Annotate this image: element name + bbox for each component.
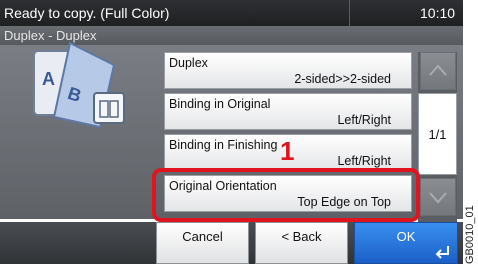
option-label: Binding in Finishing (169, 138, 278, 152)
figure-code: GB0010_01 (464, 205, 476, 264)
option-binding-original[interactable]: Binding in Original Left/Right (164, 93, 412, 130)
cancel-button[interactable]: Cancel (156, 222, 249, 264)
status-bar: Ready to copy. (Full Color) 10:10 (0, 0, 463, 26)
back-button[interactable]: < Back (255, 222, 348, 264)
option-duplex[interactable]: Duplex 2-sided>>2-sided (164, 52, 412, 89)
svg-text:A: A (42, 69, 55, 89)
status-message: Ready to copy. (Full Color) (4, 5, 170, 21)
scroll-down-button[interactable] (420, 178, 456, 216)
ok-label: OK (396, 229, 416, 244)
enter-icon (435, 246, 449, 259)
option-label: Binding in Original (169, 97, 271, 111)
option-value: Left/Right (337, 154, 391, 168)
duplex-document-icon: A B (33, 41, 125, 129)
step-callout: 1 (280, 136, 295, 166)
status-time: 10:10 (420, 5, 456, 21)
scroll-up-button[interactable] (420, 52, 456, 90)
back-label: < Back (281, 229, 322, 244)
up-arrow-icon (429, 64, 447, 76)
option-value: 2-sided>>2-sided (294, 72, 391, 86)
status-divider (349, 0, 350, 26)
ok-button[interactable]: OK (354, 222, 458, 264)
down-arrow-icon (429, 192, 447, 204)
page-indicator-text: 1/1 (428, 127, 447, 142)
option-value: Left/Right (337, 113, 391, 127)
page-indicator: 1/1 (418, 93, 457, 175)
cancel-label: Cancel (182, 229, 223, 244)
option-label: Duplex (169, 56, 208, 70)
highlight-box (152, 168, 420, 222)
